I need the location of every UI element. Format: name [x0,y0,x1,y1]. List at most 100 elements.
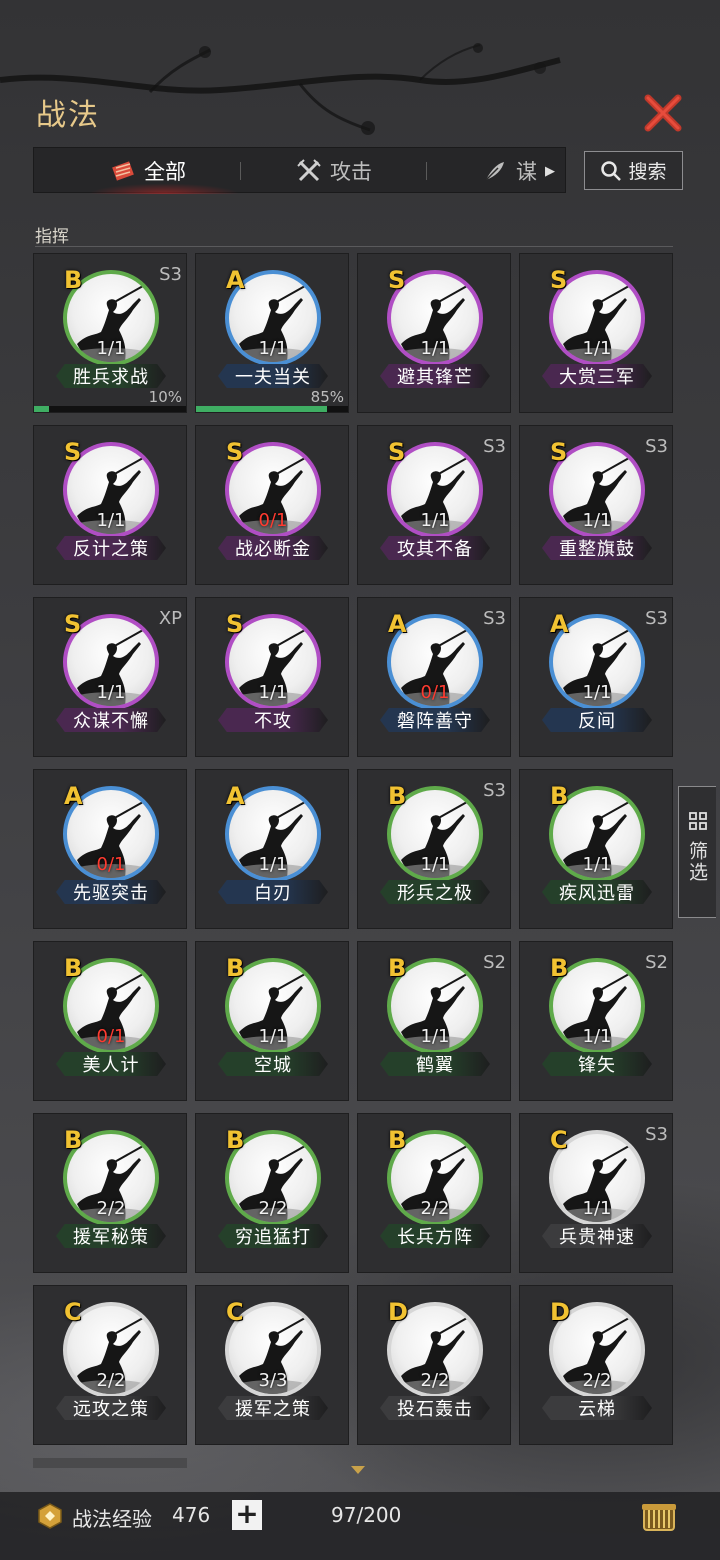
tactic-card[interactable]: D 2/2 云梯 [519,1285,673,1445]
grade-badge: S [226,438,244,466]
section-divider [35,246,673,247]
tactic-card[interactable]: B S3 1/1 形兵之极 [357,769,511,929]
filter-label: 筛选 [686,841,708,883]
tactic-card[interactable]: B 2/2 长兵方阵 [357,1113,511,1273]
tactic-name: 远攻之策 [56,1396,166,1420]
tactic-card[interactable]: C 3/3 援军之策 [195,1285,349,1445]
grade-badge: C [64,1298,82,1326]
tactic-card[interactable]: C S3 1/1 兵贵神速 [519,1113,673,1273]
tactic-card[interactable]: S S3 1/1 重整旗鼓 [519,425,673,585]
add-exp-button[interactable]: + [232,1500,262,1530]
tactic-card[interactable]: B 0/1 美人计 [33,941,187,1101]
tactic-card[interactable]: B 1/1 空城 [195,941,349,1101]
owned-count: 0/1 [258,510,288,531]
grade-badge: B [550,954,569,982]
tactic-name: 形兵之极 [380,880,490,904]
tactic-card[interactable]: S 1/1 不攻 [195,597,349,757]
grade-badge: S [64,438,82,466]
page-title: 战法 [36,98,100,133]
tactic-card[interactable]: A 0/1 先驱突击 [33,769,187,929]
tab-divider [240,162,241,180]
owned-count: 1/1 [582,682,612,703]
grade-badge: A [388,610,407,638]
tactic-card[interactable]: S S3 1/1 攻其不备 [357,425,511,585]
more-down-arrow-icon [351,1466,365,1474]
tactic-card[interactable]: S 1/1 避其锋芒 [357,253,511,413]
tactic-card[interactable]: B 2/2 穷追猛打 [195,1113,349,1273]
tactic-card[interactable]: A 1/1 一夫当关 85% [195,253,349,413]
tab-divider [426,162,427,180]
crossed-swords-icon [297,159,321,182]
grade-badge: C [550,1126,568,1154]
tab-all[interactable]: 全部 [110,148,186,194]
season-tag: S3 [645,436,668,457]
grade-badge: A [226,266,245,294]
tactic-name: 重整旗鼓 [542,536,652,560]
inventory-chest-icon[interactable] [640,1500,678,1536]
tactic-grid: B S3 1/1 胜兵求战 10% A 1/1 一夫当关 85% S 1/1 避其锋芒 S 1/1 大… [33,253,673,1445]
tactic-name: 反计之策 [56,536,166,560]
tactic-name: 鹤翼 [380,1052,490,1076]
chevron-right-icon[interactable]: ▶ [545,164,555,179]
season-tag: S2 [645,952,668,973]
tactic-card[interactable]: B S2 1/1 锋矢 [519,941,673,1101]
tactic-name: 避其锋芒 [380,364,490,388]
tactic-name: 云梯 [542,1396,652,1420]
tactic-name: 胜兵求战 [56,364,166,388]
tab-attack-label: 攻击 [330,160,372,184]
tactic-name: 磐阵善守 [380,708,490,732]
tactic-card[interactable]: B 1/1 疾风迅雷 [519,769,673,929]
tab-attack[interactable]: 攻击 [296,148,372,194]
tactic-card[interactable]: S 0/1 战必断金 [195,425,349,585]
tactic-card[interactable]: S XP 1/1 众谋不懈 [33,597,187,757]
grade-badge: B [226,954,245,982]
close-button[interactable] [640,90,686,136]
season-tag: XP [158,608,182,629]
tactic-card[interactable]: D 2/2 投石轰击 [357,1285,511,1445]
capacity-count: 97/200 [331,1503,402,1527]
grade-badge: B [388,782,407,810]
tab-all-label: 全部 [144,160,186,184]
exp-value: 476 [172,1503,211,1527]
tactic-card[interactable]: C 2/2 远攻之策 [33,1285,187,1445]
grade-badge: D [388,1298,408,1326]
tactic-card[interactable]: A 1/1 白刃 [195,769,349,929]
tactic-name: 兵贵神速 [542,1224,652,1248]
tactic-name: 先驱突击 [56,880,166,904]
owned-count: 1/1 [258,682,288,703]
owned-count: 1/1 [96,510,126,531]
grade-badge: D [550,1298,570,1326]
owned-count: 1/1 [420,854,450,875]
tactic-card[interactable]: B S3 1/1 胜兵求战 10% [33,253,187,413]
owned-count: 1/1 [420,510,450,531]
tactic-name: 穷追猛打 [218,1224,328,1248]
owned-count: 0/1 [420,682,450,703]
owned-count: 1/1 [258,1026,288,1047]
owned-count: 1/1 [258,854,288,875]
tab-strategy[interactable]: 谋 ▶ [482,148,555,194]
filter-button[interactable]: 筛选 [678,786,716,918]
owned-count: 3/3 [258,1370,288,1391]
tactic-card[interactable]: B S2 1/1 鹤翼 [357,941,511,1101]
ink-branch-decoration [0,43,561,135]
owned-count: 2/2 [582,1370,612,1391]
owned-count: 1/1 [582,1198,612,1219]
owned-count: 1/1 [582,510,612,531]
tactic-name: 攻其不备 [380,536,490,560]
search-button[interactable]: 搜索 [584,151,683,190]
scroll-bundle-icon [112,161,134,181]
grade-badge: S [550,438,568,466]
tactic-card[interactable]: S 1/1 大赏三军 [519,253,673,413]
scroll-indicator [33,1458,187,1468]
tactic-card[interactable]: B 2/2 援军秘策 [33,1113,187,1273]
tactic-card[interactable]: S 1/1 反计之策 [33,425,187,585]
search-icon [601,160,622,181]
season-tag: S2 [483,952,506,973]
grade-badge: S [550,266,568,294]
season-tag: S3 [645,1124,668,1145]
tactic-name: 白刃 [218,880,328,904]
tactic-card[interactable]: A S3 1/1 反间 [519,597,673,757]
tactic-card[interactable]: A S3 0/1 磐阵善守 [357,597,511,757]
season-tag: S3 [483,780,506,801]
owned-count: 0/1 [96,854,126,875]
